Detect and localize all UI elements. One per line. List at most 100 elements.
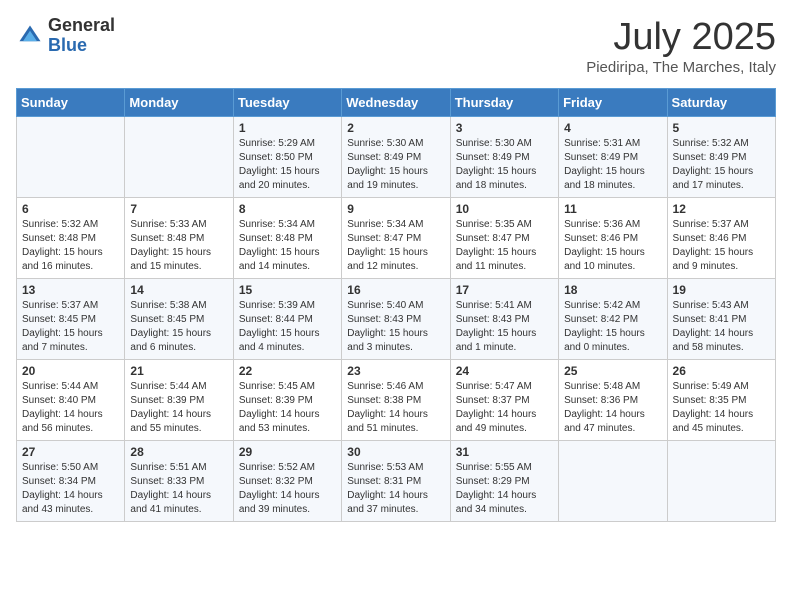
day-number: 3 <box>456 121 553 135</box>
cell-info: Sunrise: 5:29 AM Sunset: 8:50 PM Dayligh… <box>239 137 336 193</box>
calendar-cell: 10Sunrise: 5:35 AM Sunset: 8:47 PM Dayli… <box>450 198 558 279</box>
calendar-cell: 18 Sunrise: 5:42 AM Sunset: 8:42 PM Dayli… <box>559 279 667 360</box>
cell-info: Sunrise: 5:42 AM Sunset: 8:42 PM Dayligh… <box>564 299 661 355</box>
title-block: July 2025 Piediripa, The Marches, Italy <box>586 16 776 76</box>
day-of-week-header: Sunday <box>17 89 125 117</box>
calendar-cell <box>17 117 125 198</box>
day-number: 10 <box>456 202 553 216</box>
calendar-cell: 30 Sunrise: 5:53 AM Sunset: 8:31 PM Dayli… <box>342 441 450 522</box>
cell-info: Sunrise: 5:34 AM Sunset: 8:47 PM Dayligh… <box>347 218 444 274</box>
day-number: 23 <box>347 364 444 378</box>
logo: General Blue <box>16 16 115 56</box>
day-of-week-header: Friday <box>559 89 667 117</box>
cell-info: Sunrise: 5:32 AM Sunset: 8:48 PM Dayligh… <box>22 218 119 274</box>
month-title: July 2025 <box>586 16 776 59</box>
calendar-cell: 3 Sunrise: 5:30 AM Sunset: 8:49 PM Daylig… <box>450 117 558 198</box>
day-of-week-header: Thursday <box>450 89 558 117</box>
cell-info: Sunrise: 5:41 AM Sunset: 8:43 PM Dayligh… <box>456 299 553 355</box>
calendar-cell: 16Sunrise: 5:40 AM Sunset: 8:43 PM Dayli… <box>342 279 450 360</box>
cell-info: Sunrise: 5:47 AM Sunset: 8:37 PM Dayligh… <box>456 380 553 436</box>
calendar-cell: 31Sunrise: 5:55 AM Sunset: 8:29 PM Dayli… <box>450 441 558 522</box>
cell-info: Sunrise: 5:32 AM Sunset: 8:49 PM Dayligh… <box>673 137 770 193</box>
day-number: 9 <box>347 202 444 216</box>
day-number: 16 <box>347 283 444 297</box>
calendar-week-row: 13 Sunrise: 5:37 AM Sunset: 8:45 PM Dayli… <box>17 279 776 360</box>
calendar-cell: 19 Sunrise: 5:43 AM Sunset: 8:41 PM Dayli… <box>667 279 775 360</box>
cell-info: Sunrise: 5:31 AM Sunset: 8:49 PM Dayligh… <box>564 137 661 193</box>
cell-info: Sunrise: 5:45 AM Sunset: 8:39 PM Dayligh… <box>239 380 336 436</box>
calendar-cell: 17 Sunrise: 5:41 AM Sunset: 8:43 PM Dayli… <box>450 279 558 360</box>
cell-info: Sunrise: 5:44 AM Sunset: 8:39 PM Dayligh… <box>130 380 227 436</box>
cell-info: Sunrise: 5:50 AM Sunset: 8:34 PM Dayligh… <box>22 461 119 517</box>
cell-info: Sunrise: 5:51 AM Sunset: 8:33 PM Dayligh… <box>130 461 227 517</box>
page-header: General Blue July 2025 Piediripa, The Ma… <box>16 16 776 76</box>
day-number: 1 <box>239 121 336 135</box>
day-number: 7 <box>130 202 227 216</box>
calendar-cell: 13 Sunrise: 5:37 AM Sunset: 8:45 PM Dayli… <box>17 279 125 360</box>
day-number: 14 <box>130 283 227 297</box>
day-number: 13 <box>22 283 119 297</box>
day-number: 27 <box>22 445 119 459</box>
logo-text: General Blue <box>48 16 115 56</box>
calendar-cell: 2 Sunrise: 5:30 AM Sunset: 8:49 PM Daylig… <box>342 117 450 198</box>
day-number: 28 <box>130 445 227 459</box>
calendar-cell: 15Sunrise: 5:39 AM Sunset: 8:44 PM Dayli… <box>233 279 341 360</box>
calendar-week-row: 20Sunrise: 5:44 AM Sunset: 8:40 PM Dayli… <box>17 360 776 441</box>
day-of-week-header: Saturday <box>667 89 775 117</box>
day-number: 17 <box>456 283 553 297</box>
calendar-cell <box>125 117 233 198</box>
calendar-cell: 11 Sunrise: 5:36 AM Sunset: 8:46 PM Dayli… <box>559 198 667 279</box>
day-number: 21 <box>130 364 227 378</box>
day-number: 25 <box>564 364 661 378</box>
calendar-cell: 24 Sunrise: 5:47 AM Sunset: 8:37 PM Dayli… <box>450 360 558 441</box>
calendar-week-row: 1 Sunrise: 5:29 AM Sunset: 8:50 PM Daylig… <box>17 117 776 198</box>
logo-blue: Blue <box>48 35 87 55</box>
calendar-table: SundayMondayTuesdayWednesdayThursdayFrid… <box>16 88 776 522</box>
calendar-cell <box>559 441 667 522</box>
cell-info: Sunrise: 5:36 AM Sunset: 8:46 PM Dayligh… <box>564 218 661 274</box>
day-of-week-header: Wednesday <box>342 89 450 117</box>
logo-general: General <box>48 15 115 35</box>
day-of-week-header: Tuesday <box>233 89 341 117</box>
cell-info: Sunrise: 5:46 AM Sunset: 8:38 PM Dayligh… <box>347 380 444 436</box>
calendar-cell: 7 Sunrise: 5:33 AM Sunset: 8:48 PM Daylig… <box>125 198 233 279</box>
calendar-cell: 9 Sunrise: 5:34 AM Sunset: 8:47 PM Daylig… <box>342 198 450 279</box>
day-number: 29 <box>239 445 336 459</box>
cell-info: Sunrise: 5:43 AM Sunset: 8:41 PM Dayligh… <box>673 299 770 355</box>
cell-info: Sunrise: 5:49 AM Sunset: 8:35 PM Dayligh… <box>673 380 770 436</box>
cell-info: Sunrise: 5:52 AM Sunset: 8:32 PM Dayligh… <box>239 461 336 517</box>
calendar-cell: 22 Sunrise: 5:45 AM Sunset: 8:39 PM Dayli… <box>233 360 341 441</box>
calendar-cell: 25Sunrise: 5:48 AM Sunset: 8:36 PM Dayli… <box>559 360 667 441</box>
cell-info: Sunrise: 5:38 AM Sunset: 8:45 PM Dayligh… <box>130 299 227 355</box>
day-number: 30 <box>347 445 444 459</box>
calendar-cell: 23 Sunrise: 5:46 AM Sunset: 8:38 PM Dayli… <box>342 360 450 441</box>
cell-info: Sunrise: 5:33 AM Sunset: 8:48 PM Dayligh… <box>130 218 227 274</box>
cell-info: Sunrise: 5:30 AM Sunset: 8:49 PM Dayligh… <box>456 137 553 193</box>
cell-info: Sunrise: 5:39 AM Sunset: 8:44 PM Dayligh… <box>239 299 336 355</box>
calendar-cell: 4Sunrise: 5:31 AM Sunset: 8:49 PM Daylig… <box>559 117 667 198</box>
calendar-cell: 20Sunrise: 5:44 AM Sunset: 8:40 PM Dayli… <box>17 360 125 441</box>
cell-info: Sunrise: 5:37 AM Sunset: 8:45 PM Dayligh… <box>22 299 119 355</box>
calendar-cell: 8Sunrise: 5:34 AM Sunset: 8:48 PM Daylig… <box>233 198 341 279</box>
calendar-week-row: 6Sunrise: 5:32 AM Sunset: 8:48 PM Daylig… <box>17 198 776 279</box>
calendar-cell: 27 Sunrise: 5:50 AM Sunset: 8:34 PM Dayli… <box>17 441 125 522</box>
day-number: 2 <box>347 121 444 135</box>
calendar-cell: 26 Sunrise: 5:49 AM Sunset: 8:35 PM Dayli… <box>667 360 775 441</box>
day-number: 11 <box>564 202 661 216</box>
day-number: 19 <box>673 283 770 297</box>
calendar-cell: 1 Sunrise: 5:29 AM Sunset: 8:50 PM Daylig… <box>233 117 341 198</box>
day-number: 26 <box>673 364 770 378</box>
calendar-cell <box>667 441 775 522</box>
cell-info: Sunrise: 5:53 AM Sunset: 8:31 PM Dayligh… <box>347 461 444 517</box>
cell-info: Sunrise: 5:37 AM Sunset: 8:46 PM Dayligh… <box>673 218 770 274</box>
day-number: 31 <box>456 445 553 459</box>
calendar-cell: 5Sunrise: 5:32 AM Sunset: 8:49 PM Daylig… <box>667 117 775 198</box>
day-number: 24 <box>456 364 553 378</box>
calendar-week-row: 27 Sunrise: 5:50 AM Sunset: 8:34 PM Dayli… <box>17 441 776 522</box>
calendar-cell: 29 Sunrise: 5:52 AM Sunset: 8:32 PM Dayli… <box>233 441 341 522</box>
day-number: 22 <box>239 364 336 378</box>
calendar-cell: 21 Sunrise: 5:44 AM Sunset: 8:39 PM Dayli… <box>125 360 233 441</box>
day-number: 18 <box>564 283 661 297</box>
cell-info: Sunrise: 5:30 AM Sunset: 8:49 PM Dayligh… <box>347 137 444 193</box>
day-number: 8 <box>239 202 336 216</box>
